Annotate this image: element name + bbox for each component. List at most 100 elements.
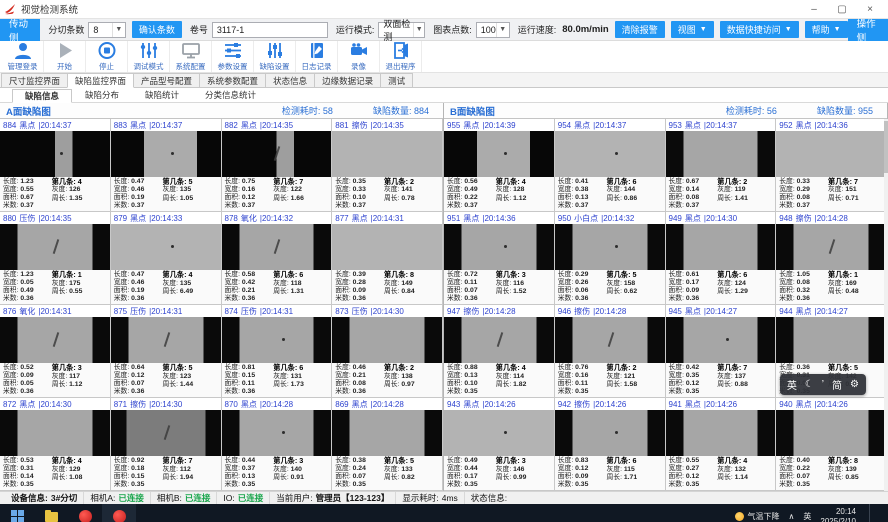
subtab-defect-distribution[interactable]: 缺陷分布 (72, 88, 132, 102)
defect-cell[interactable]: 877 黑点 |20:14:31 长度: 0.39 宽度: 0.28 面积: 0… (332, 212, 443, 305)
defect-cell[interactable]: 870 黑点 |20:14:28 长度: 0.44 宽度: 0.37 面积: 0… (222, 398, 333, 491)
defect-image[interactable] (444, 131, 554, 177)
defect-cell[interactable]: 869 黑点 |20:14:28 长度: 0.38 宽度: 0.24 面积: 0… (332, 398, 443, 491)
gear-icon[interactable]: ⚙ (850, 379, 859, 390)
run-mode-select[interactable]: 双面检测 ▼ (378, 22, 425, 38)
defect-cell[interactable]: 875 压伤 |20:14:31 长度: 0.64 宽度: 0.12 面积: 0… (111, 305, 222, 398)
defect-image[interactable] (111, 317, 221, 363)
defect-cell[interactable]: 951 黑点 |20:14:36 长度: 0.72 宽度: 0.11 面积: 0… (444, 212, 555, 305)
ime-simplified-toggle[interactable]: 简 (832, 377, 842, 392)
admin-login-button[interactable]: 管理登录 (2, 41, 44, 72)
subtab-classification-statistics[interactable]: 分类信息统计 (192, 88, 269, 102)
defect-cell[interactable]: 884 黑点 |20:14:37 长度: 1.23 宽度: 0.55 面积: 0… (0, 119, 111, 212)
defect-cell[interactable]: 945 黑点 |20:14:27 长度: 0.42 宽度: 0.35 面积: 0… (666, 305, 777, 398)
weather-widget[interactable]: 气温下降 (735, 511, 780, 522)
clear-alarm-button[interactable]: 清除报警 (615, 21, 665, 38)
system-config-button[interactable]: 系统配置 (170, 41, 212, 72)
defect-cell[interactable]: 881 擦伤 |20:14:35 长度: 0.35 宽度: 0.33 面积: 0… (332, 119, 443, 212)
defect-image[interactable] (222, 317, 332, 363)
defect-cell[interactable]: 941 黑点 |20:14:26 长度: 0.55 宽度: 0.27 面积: 0… (666, 398, 777, 491)
tab-edge-data-record[interactable]: 边缘数据记录 (314, 73, 381, 87)
file-explorer-button[interactable] (34, 504, 68, 522)
grid-scrollbar[interactable] (884, 119, 888, 491)
defect-image[interactable] (0, 410, 110, 456)
ime-apostrophe-key[interactable]: ’ (822, 379, 824, 390)
defect-image[interactable] (222, 224, 332, 270)
data-quick-access-button[interactable]: 数据快捷访问▼ (720, 21, 799, 38)
defect-cell[interactable]: 872 黑点 |20:14:30 长度: 0.53 宽度: 0.31 面积: 0… (0, 398, 111, 491)
defect-cell[interactable]: 943 黑点 |20:14:26 长度: 0.49 宽度: 0.44 面积: 0… (444, 398, 555, 491)
tab-status-info[interactable]: 状态信息 (265, 73, 315, 87)
defect-image[interactable] (222, 131, 332, 177)
defect-cell[interactable]: 947 擦伤 |20:14:28 长度: 0.88 宽度: 0.13 面积: 0… (444, 305, 555, 398)
tray-expand-caret[interactable]: ∧ (789, 512, 795, 521)
roll-number-input[interactable]: 3117-1 (212, 22, 328, 38)
tab-defect-monitor[interactable]: 缺陷监控界面 (67, 73, 134, 88)
defect-image[interactable] (0, 317, 110, 363)
operator-side-button[interactable]: 操作侧 (848, 19, 888, 41)
drive-side-button[interactable]: 传动侧 (0, 19, 40, 41)
language-indicator[interactable]: 英 (803, 511, 811, 522)
defect-image[interactable] (111, 224, 221, 270)
defect-image[interactable] (555, 317, 665, 363)
start-button[interactable]: 开始 (44, 41, 86, 72)
defect-image[interactable] (332, 317, 442, 363)
defect-image[interactable] (666, 131, 776, 177)
defect-cell[interactable]: 946 擦伤 |20:14:28 长度: 0.76 宽度: 0.16 面积: 0… (555, 305, 666, 398)
tab-system-param-config[interactable]: 系统参数配置 (199, 73, 266, 87)
video-record-button[interactable]: 录像 (338, 41, 380, 72)
defect-cell[interactable]: 883 黑点 |20:14:37 长度: 0.47 宽度: 0.46 面积: 0… (111, 119, 222, 212)
defect-image[interactable] (776, 131, 886, 177)
defect-cell[interactable]: 954 黑点 |20:14:37 长度: 0.41 宽度: 0.38 面积: 0… (555, 119, 666, 212)
defect-image[interactable] (444, 410, 554, 456)
view-menu-button[interactable]: 视图▼ (671, 21, 714, 38)
defect-cell[interactable]: 942 擦伤 |20:14:26 长度: 0.83 宽度: 0.12 面积: 0… (555, 398, 666, 491)
debug-mode-button[interactable]: 调试模式 (128, 41, 170, 72)
maximize-button[interactable]: ▢ (828, 0, 856, 18)
defect-cell[interactable]: 873 压伤 |20:14:30 长度: 0.46 宽度: 0.21 面积: 0… (332, 305, 443, 398)
parameter-settings-button[interactable]: 参数设置 (212, 41, 254, 72)
app-taskbar-button-active[interactable] (102, 504, 136, 522)
log-record-button[interactable]: 日志记录 (296, 41, 338, 72)
defect-image[interactable] (555, 131, 665, 177)
defect-image[interactable] (444, 317, 554, 363)
defect-image[interactable] (555, 410, 665, 456)
clock-widget[interactable]: 20:14 2025/2/10 (820, 507, 856, 522)
defect-cell[interactable]: 955 黑点 |20:14:39 长度: 0.56 宽度: 0.49 面积: 0… (444, 119, 555, 212)
defect-cell[interactable]: 953 黑点 |20:14:37 长度: 0.67 宽度: 0.14 面积: 0… (666, 119, 777, 212)
defect-image[interactable] (332, 131, 442, 177)
defect-cell[interactable]: 874 压伤 |20:14:31 长度: 0.81 宽度: 0.15 面积: 0… (222, 305, 333, 398)
show-desktop-button[interactable] (879, 504, 884, 522)
defect-image[interactable] (332, 410, 442, 456)
minimize-button[interactable]: – (800, 0, 828, 18)
defect-cell[interactable]: 948 擦伤 |20:14:28 长度: 1.05 宽度: 0.08 面积: 0… (776, 212, 887, 305)
chart-points-select[interactable]: 100 ▼ (476, 22, 510, 38)
ime-english-toggle[interactable]: 英 (787, 377, 797, 392)
defect-image[interactable] (111, 410, 221, 456)
defect-image[interactable] (111, 131, 221, 177)
defect-cell[interactable]: 879 黑点 |20:14:33 长度: 0.47 宽度: 0.46 面积: 0… (111, 212, 222, 305)
defect-cell[interactable]: 940 黑点 |20:14:26 长度: 0.40 宽度: 0.22 面积: 0… (776, 398, 887, 491)
defect-image[interactable] (776, 410, 886, 456)
defect-image[interactable] (444, 224, 554, 270)
moon-icon[interactable]: ☾ (805, 379, 814, 390)
defect-image[interactable] (555, 224, 665, 270)
defect-image[interactable] (776, 317, 886, 363)
defect-cell[interactable]: 882 黑点 |20:14:35 长度: 0.75 宽度: 0.16 面积: 0… (222, 119, 333, 212)
defect-cell[interactable]: 876 氧化 |20:14:31 长度: 0.52 宽度: 0.09 面积: 0… (0, 305, 111, 398)
stop-button[interactable]: 停止 (86, 41, 128, 72)
defect-settings-button[interactable]: 缺陷设置 (254, 41, 296, 72)
defect-image[interactable] (666, 410, 776, 456)
defect-cell[interactable]: 880 压伤 |20:14:35 长度: 1.23 宽度: 0.05 面积: 0… (0, 212, 111, 305)
tab-test[interactable]: 测试 (380, 73, 413, 87)
defect-image[interactable] (222, 410, 332, 456)
defect-image[interactable] (776, 224, 886, 270)
start-button[interactable] (0, 504, 34, 522)
tab-product-model-config[interactable]: 产品型号配置 (133, 73, 200, 87)
defect-cell[interactable]: 871 擦伤 |20:14:30 长度: 0.92 宽度: 0.18 面积: 0… (111, 398, 222, 491)
subtab-defect-statistics[interactable]: 缺陷统计 (132, 88, 192, 102)
slit-count-select[interactable]: 8 ▼ (88, 22, 125, 38)
app-taskbar-button[interactable] (68, 504, 102, 522)
defect-image[interactable] (666, 224, 776, 270)
subtab-defect-info[interactable]: 缺陷信息 (12, 89, 72, 103)
